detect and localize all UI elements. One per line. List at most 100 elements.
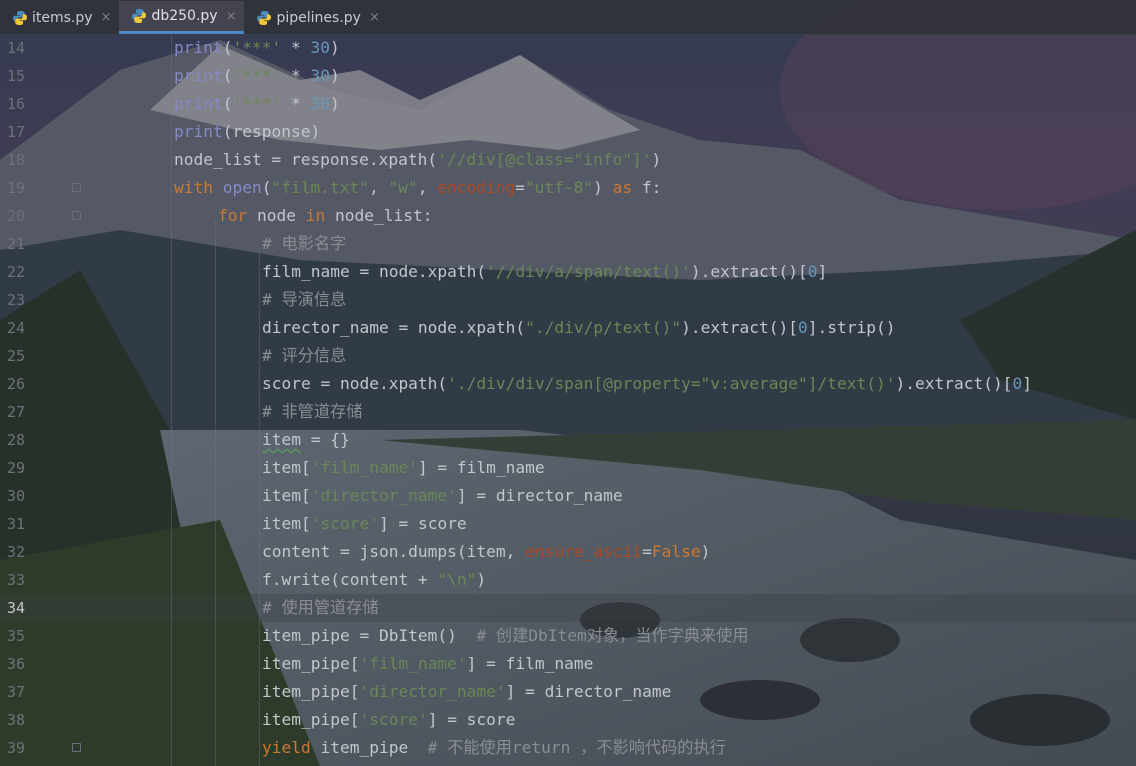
code-token: =	[515, 178, 525, 197]
tab-items-py[interactable]: items.py ×	[0, 1, 119, 34]
code-token: item	[262, 430, 301, 449]
tab-label: db250.py	[151, 8, 218, 24]
code-text: film_name = node.xpath('//div/a/span/tex…	[262, 258, 827, 286]
code-text: # 电影名字	[262, 230, 346, 258]
line-number: 14	[7, 39, 26, 57]
fold-marker-icon[interactable]	[72, 211, 81, 220]
code-token: ] = director_name	[456, 486, 623, 505]
line-number: 23	[7, 291, 26, 309]
code-token: encoding	[437, 178, 516, 197]
code-token: as	[612, 178, 633, 197]
code-token: False	[651, 542, 701, 561]
code-token: item[	[262, 486, 311, 505]
line-number: 39	[7, 739, 26, 757]
code-token: item_pipe[	[262, 654, 360, 673]
code-token: in	[305, 206, 326, 225]
code-text: item['score'] = score	[262, 510, 467, 538]
python-file-icon	[132, 9, 147, 23]
line-number: 21	[7, 235, 26, 253]
code-text: item['director_name'] = director_name	[262, 482, 623, 510]
close-icon[interactable]: ×	[226, 9, 237, 24]
code-token: )	[329, 38, 340, 57]
code-token: *	[281, 66, 311, 85]
line-number: 18	[7, 151, 26, 169]
code-token: ensure_ascii	[525, 542, 643, 561]
code-token: item_pipe	[310, 738, 428, 757]
code-text: item = {}	[262, 426, 350, 454]
line-number: 17	[7, 123, 26, 141]
code-text: director_name = node.xpath("./div/p/text…	[262, 314, 896, 342]
close-icon[interactable]: ×	[369, 10, 380, 25]
fold-marker-icon[interactable]	[72, 183, 81, 192]
code-token: node_list:	[325, 206, 433, 225]
code-token: # 创建DbItem对象，当作字典来使用	[476, 626, 749, 645]
code-text: item_pipe['film_name'] = film_name	[262, 650, 593, 678]
line-number: 31	[7, 515, 26, 533]
code-token: *	[281, 38, 311, 57]
code-token: 'director_name'	[310, 486, 457, 505]
code-token: item_pipe = DbItem()	[262, 626, 477, 645]
line-number: 28	[7, 431, 26, 449]
code-token: = {}	[300, 430, 350, 449]
code-token: content = json.dumps(item,	[262, 542, 526, 561]
code-token: 30	[310, 94, 330, 113]
code-token: ] = score	[427, 710, 516, 729]
code-token: '***'	[232, 66, 282, 85]
code-token: ,	[368, 178, 389, 197]
code-text: content = json.dumps(item, ensure_ascii=…	[262, 538, 710, 566]
code-token: ] = film_name	[466, 654, 594, 673]
code-text: f.write(content + "\n")	[262, 566, 486, 594]
code-token: '//div[@class="info"]'	[437, 150, 652, 169]
line-number: 35	[7, 627, 26, 645]
line-number: 20	[7, 207, 26, 225]
close-icon[interactable]: ×	[101, 10, 112, 25]
code-token: ).extract()[	[895, 374, 1013, 393]
code-text: print('***' * 30)	[174, 62, 340, 90]
indent-guide	[171, 34, 172, 766]
code-token: 0	[1012, 374, 1023, 393]
code-text: item_pipe = DbItem() # 创建DbItem对象，当作字典来使…	[262, 622, 749, 650]
code-token: for	[218, 206, 248, 225]
code-token: item[	[262, 514, 311, 533]
code-token: "\n"	[437, 570, 477, 589]
code-token: '***'	[232, 38, 282, 57]
code-token: film_name = node.xpath(	[262, 262, 487, 281]
code-token: node	[247, 206, 306, 225]
code-text: for node in node_list:	[218, 202, 432, 230]
code-token: print	[174, 66, 223, 85]
python-file-icon	[257, 10, 272, 25]
fold-marker-icon[interactable]	[72, 743, 81, 752]
tab-db250-py[interactable]: db250.py ×	[119, 1, 245, 34]
code-token: ).extract()[	[681, 318, 799, 337]
code-text: item_pipe['score'] = score	[262, 706, 515, 734]
code-token: item[	[262, 458, 311, 477]
line-number: 33	[7, 571, 26, 589]
code-token: '//div/a/span/text()'	[486, 262, 691, 281]
line-number: 22	[7, 263, 26, 281]
tab-pipelines-py[interactable]: pipelines.py ×	[244, 1, 387, 34]
code-text: with open("film.txt", "w", encoding="utf…	[174, 174, 661, 202]
line-number: 19	[7, 179, 26, 197]
code-token: # 使用管道存储	[262, 598, 379, 617]
line-number: 25	[7, 347, 26, 365]
code-token: yield	[262, 738, 311, 757]
indent-guide	[215, 219, 216, 766]
code-token: f:	[632, 178, 662, 197]
code-token: item_pipe[	[262, 710, 360, 729]
line-number: 37	[7, 683, 26, 701]
code-text: score = node.xpath('./div/div/span[@prop…	[262, 370, 1032, 398]
code-token: # 评分信息	[262, 346, 347, 365]
code-token: (response)	[222, 122, 321, 141]
line-number: 16	[7, 95, 26, 113]
code-token: 'score'	[310, 514, 379, 533]
code-text: item['film_name'] = film_name	[262, 454, 545, 482]
code-token: '***'	[232, 94, 282, 113]
code-token: # 不能使用return ，不影响代码的执行	[427, 738, 726, 757]
tab-label: pipelines.py	[276, 9, 361, 26]
code-editor[interactable]: 14 print('***' * 30) 15 print('***' * 30) 16…	[0, 34, 1136, 766]
code-token: 'score'	[359, 710, 428, 729]
code-token: # 导演信息	[262, 290, 347, 309]
code-token: director_name = node.xpath(	[262, 318, 526, 337]
code-text: # 导演信息	[262, 286, 346, 314]
code-token: ]	[817, 262, 828, 281]
